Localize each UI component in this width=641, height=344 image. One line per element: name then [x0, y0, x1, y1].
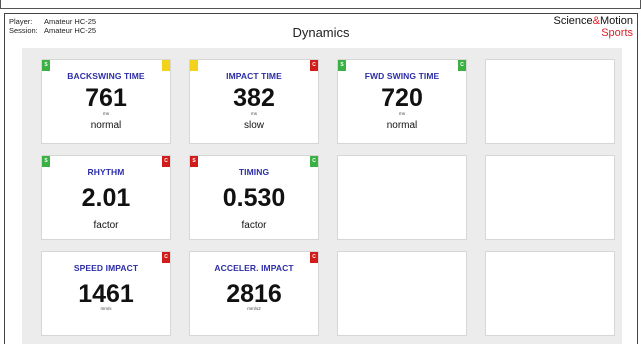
- brand-sports: Sports: [601, 27, 633, 39]
- status-badge-c: C: [162, 252, 170, 263]
- card-unit: ms: [103, 111, 109, 116]
- card-rhythm[interactable]: S C RHYTHM 2.01 factor: [41, 155, 171, 240]
- status-badge-warning: [162, 60, 170, 71]
- brand-science: Science: [553, 15, 593, 27]
- card-value: 382: [233, 84, 275, 112]
- card-state: normal: [90, 120, 122, 131]
- card-fwd-swing-time[interactable]: S C FWD SWING TIME 720 ms normal: [337, 59, 467, 144]
- card-unit: ms: [399, 111, 405, 116]
- status-badge-c: C: [458, 60, 466, 71]
- card-state: factor: [93, 220, 119, 231]
- status-badge-c: C: [310, 252, 318, 263]
- status-badge-s: S: [190, 156, 198, 167]
- status-badge-c: C: [310, 156, 318, 167]
- card-title: RHYTHM: [87, 167, 125, 177]
- card-value: 761: [85, 84, 127, 112]
- card-unit: ms: [251, 111, 257, 116]
- card-title: SPEED IMPACT: [73, 263, 139, 273]
- metrics-panel: S BACKSWING TIME 761 ms normal C IMPACT …: [22, 48, 622, 344]
- status-badge-warning: [190, 60, 198, 71]
- card-impact-time[interactable]: C IMPACT TIME 382 ms slow: [189, 59, 319, 144]
- card-title: FWD SWING TIME: [364, 71, 440, 81]
- card-value: 2.01: [81, 184, 131, 212]
- card-empty: [337, 251, 467, 336]
- top-toolbar-strip: [0, 0, 641, 9]
- card-speed-impact[interactable]: C SPEED IMPACT 1461 mm/s: [41, 251, 171, 336]
- card-state: normal: [386, 120, 418, 131]
- card-value: 720: [381, 84, 423, 112]
- status-badge-s: S: [338, 60, 346, 71]
- card-unit: mm/s2: [247, 306, 261, 311]
- card-acceler-impact[interactable]: C ACCELER. IMPACT 2816 mm/s2: [189, 251, 319, 336]
- dynamics-report-frame: Player: Amateur HC-25 Session: Amateur HC-…: [4, 13, 638, 344]
- card-title: BACKSWING TIME: [67, 71, 145, 81]
- page-title: Dynamics: [292, 25, 350, 40]
- status-badge-s: S: [42, 60, 50, 71]
- card-empty: [485, 59, 615, 144]
- status-badge-s: S: [42, 156, 50, 167]
- status-badge-c: C: [162, 156, 170, 167]
- card-timing[interactable]: S C TIMING 0.530 factor: [189, 155, 319, 240]
- card-title: ACCELER. IMPACT: [214, 263, 294, 273]
- card-empty: [485, 251, 615, 336]
- status-badge-c: C: [310, 60, 318, 71]
- card-state: slow: [243, 120, 264, 131]
- card-value: 2816: [226, 280, 282, 308]
- card-empty: [485, 155, 615, 240]
- brand-ampersand: &: [592, 15, 600, 27]
- card-state: factor: [241, 220, 267, 231]
- card-value: 0.530: [222, 184, 286, 212]
- card-value: 1461: [78, 280, 134, 308]
- card-title: TIMING: [238, 167, 270, 177]
- card-empty: [337, 155, 467, 240]
- card-backswing-time[interactable]: S BACKSWING TIME 761 ms normal: [41, 59, 171, 144]
- brand-logo: Science&Motion Sports: [553, 15, 633, 39]
- brand-motion: Motion: [599, 15, 633, 27]
- card-unit: mm/s: [100, 306, 112, 311]
- card-title: IMPACT TIME: [226, 71, 282, 81]
